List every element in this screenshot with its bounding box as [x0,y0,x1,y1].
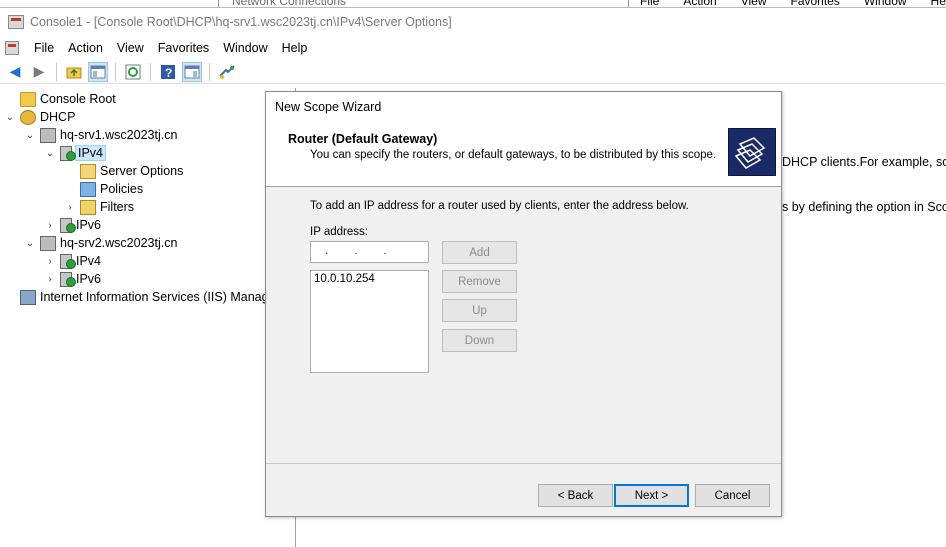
collapse-icon[interactable]: ⌄ [44,148,56,159]
add-button[interactable]: Add [442,241,517,264]
help-icon[interactable]: ? [158,62,178,82]
tree-item-ipv6[interactable]: › IPv6 [44,270,101,288]
down-button[interactable]: Down [442,329,517,352]
svg-text:?: ? [165,66,172,80]
window-title: Console1 - [Console Root\DHCP\hq-srv1.ws… [30,15,452,29]
console-tree: Console Root ⌄ DHCP ⌄ hq-srv1.wsc2023tj.… [0,88,296,547]
filters-icon [80,199,96,215]
back-button[interactable]: < Back [538,484,613,507]
tree-item-server-options[interactable]: Server Options [64,162,183,180]
results-pane-description: s by defining the option in Scop [782,200,946,214]
dhcp-tool-icon[interactable] [217,62,237,82]
system-menu-icon[interactable] [5,41,19,55]
tree-item-ipv4[interactable]: › IPv4 [44,252,101,270]
remove-button[interactable]: Remove [442,270,517,293]
toolbar-separator [56,62,57,81]
tree-item-dhcp[interactable]: ⌄ DHCP [4,108,75,126]
policies-icon [80,181,96,197]
expand-icon[interactable]: › [44,274,56,285]
tree-item-label: hq-srv1.wsc2023tj.cn [60,128,178,142]
dialog-title: New Scope Wizard [275,100,382,114]
ipv6-icon [60,271,76,287]
tree-item-console-root[interactable]: Console Root [4,90,116,108]
instruction-text: To add an IP address for a router used b… [310,200,689,212]
server-icon [40,235,56,251]
server-icon [40,127,56,143]
dhcp-icon [20,109,36,125]
ip-address-separators: ... [325,245,413,257]
ipv6-icon [60,217,76,233]
tree-item-label: Filters [100,200,135,214]
wizard-body: To add an IP address for a router used b… [266,188,781,458]
tree-item-label: hq-srv2.wsc2023tj.cn [60,236,178,250]
tree-item-label: Internet Information Services (IIS) Mana… [40,290,276,304]
dialog-titlebar[interactable]: New Scope Wizard [266,92,781,122]
menu-view[interactable]: View [110,41,151,55]
folder-icon [20,91,36,107]
up-button[interactable]: Up [442,299,517,322]
tree-item-label: IPv6 [76,272,102,286]
tree-item-label: Server Options [100,164,184,178]
tree-item-ipv4[interactable]: ⌄ IPv4 [44,144,107,162]
expand-icon[interactable]: › [44,256,56,267]
ipv4-icon [60,145,76,161]
ipv4-icon [60,253,76,269]
ip-address-label: IP address: [310,226,368,238]
show-hide-tree-icon[interactable] [88,61,108,82]
menu-file[interactable]: File [27,41,61,55]
tree-item-label: IPv4 [74,145,107,161]
menu-bar: File Action View Favorites Window Help [0,37,946,59]
toolbar-separator [115,62,116,81]
action-pane-icon[interactable] [182,61,202,82]
tree-item-policies[interactable]: Policies [64,180,143,198]
collapse-icon[interactable]: ⌄ [24,238,36,249]
iis-icon [20,289,36,305]
tree-item-label: IPv6 [76,218,102,232]
expand-icon[interactable]: › [64,202,76,213]
tree-item-label: Console Root [40,92,116,106]
tree-item-label: IPv4 [76,254,102,268]
menu-action[interactable]: Action [61,41,110,55]
next-button[interactable]: Next > [614,484,689,507]
router-list[interactable]: 10.0.10.254 [310,270,429,373]
toolbar-separator [209,62,210,81]
menu-favorites[interactable]: Favorites [151,41,216,55]
cancel-button[interactable]: Cancel [695,484,770,507]
collapse-icon[interactable]: ⌄ [24,130,36,141]
tree-item-label: DHCP [40,110,76,124]
menu-window[interactable]: Window [216,41,274,55]
tree-item-iis-manager[interactable]: Internet Information Services (IIS) Mana… [4,288,276,306]
refresh-icon[interactable] [123,62,143,82]
divider [266,463,781,464]
wizard-page-subtitle: You can specify the routers, or default … [310,149,717,161]
wizard-page-title: Router (Default Gateway) [288,132,438,146]
toolbar: ◀ ▶ ? [0,60,946,84]
new-scope-wizard-dialog: New Scope Wizard Router (Default Gateway… [265,91,782,517]
ip-address-input[interactable]: ... [310,241,429,263]
expand-icon[interactable]: › [44,220,56,231]
tree-item-hq-srv2[interactable]: ⌄ hq-srv2.wsc2023tj.cn [24,234,177,252]
back-icon[interactable]: ◀ [5,62,25,82]
up-folder-icon[interactable] [64,62,84,82]
mmc-app-icon [8,15,24,29]
wizard-header: Router (Default Gateway) You can specify… [266,122,781,187]
tree-item-hq-srv1[interactable]: ⌄ hq-srv1.wsc2023tj.cn [24,126,177,144]
tree-item-ipv6[interactable]: › IPv6 [44,216,101,234]
tree-item-filters[interactable]: › Filters [64,198,134,216]
forward-icon[interactable]: ▶ [29,62,49,82]
server-options-icon [80,163,96,179]
toolbar-separator [150,62,151,81]
menu-help[interactable]: Help [275,41,315,55]
results-pane-description: DHCP clients.For example, som [782,155,946,169]
list-item[interactable]: 10.0.10.254 [314,273,425,285]
collapse-icon[interactable]: ⌄ [4,112,16,123]
window-titlebar: Console1 - [Console Root\DHCP\hq-srv1.ws… [0,8,946,36]
tree-item-label: Policies [100,182,144,196]
wizard-folders-icon [728,128,776,176]
